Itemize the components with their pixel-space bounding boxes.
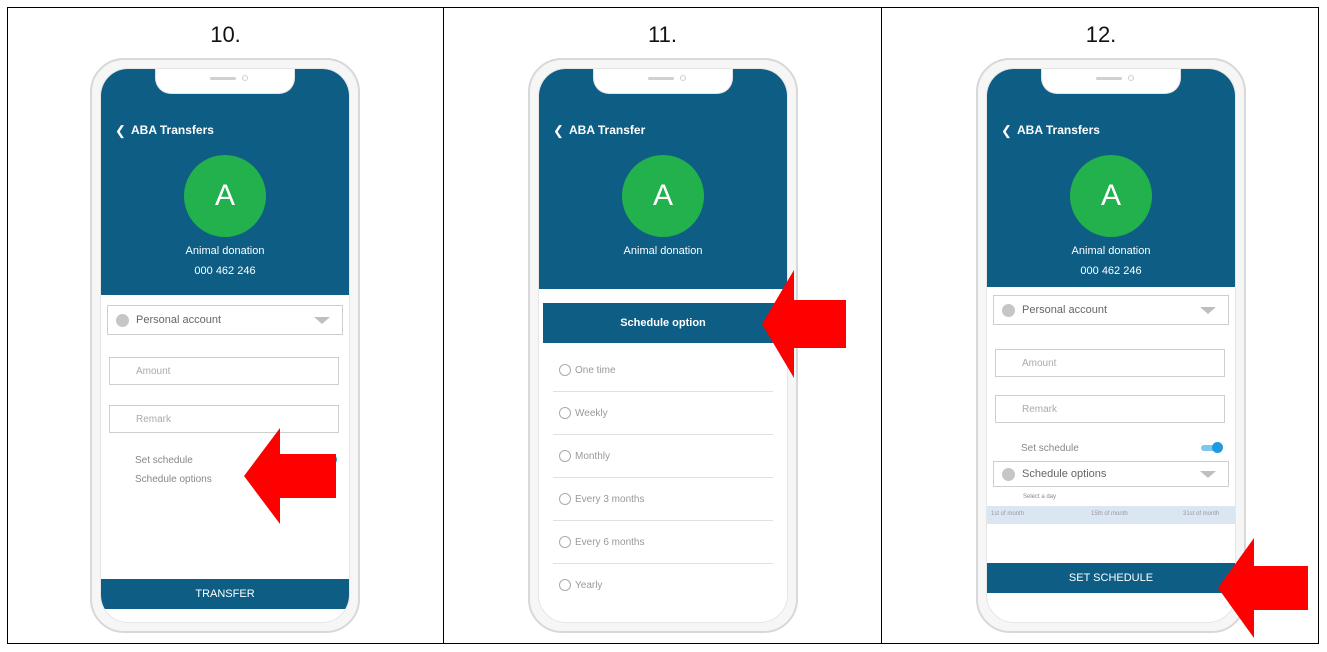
payee-name: Animal donation bbox=[623, 245, 703, 257]
avatar: A bbox=[622, 155, 704, 237]
phone-screen: ❮ ABA Transfers A Animal donation 000 46… bbox=[100, 68, 350, 623]
avatar: A bbox=[184, 155, 266, 237]
phone-notch bbox=[593, 69, 733, 94]
radio-option-monthly[interactable]: Monthly bbox=[553, 435, 773, 478]
red-arrow-left-icon bbox=[244, 428, 336, 524]
set-schedule-label: Set schedule bbox=[135, 455, 193, 466]
phone-screen: ❮ ABA Transfers A Animal donation 000 46… bbox=[986, 68, 1236, 623]
option-label: Every 3 months bbox=[575, 494, 645, 505]
header-title: ABA Transfers bbox=[131, 123, 214, 137]
payee-number: 000 462 246 bbox=[194, 265, 256, 277]
account-dot-icon bbox=[1002, 304, 1015, 317]
option-label: Monthly bbox=[575, 451, 611, 462]
radio-option-weekly[interactable]: Weekly bbox=[553, 392, 773, 435]
panel-10: 10. ❮ ABA Transfers A Animal donation 00… bbox=[8, 8, 444, 643]
radio-icon bbox=[559, 536, 571, 548]
remark-placeholder: Remark bbox=[136, 414, 172, 425]
chevron-left-icon[interactable]: ❮ bbox=[115, 123, 126, 139]
radio-icon bbox=[559, 493, 571, 505]
remark-placeholder: Remark bbox=[1022, 404, 1058, 415]
schedule-dot-icon bbox=[1002, 468, 1015, 481]
payee-name: Animal donation bbox=[1071, 245, 1151, 257]
avatar: A bbox=[1070, 155, 1152, 237]
set-schedule-label: Set schedule bbox=[1021, 443, 1079, 454]
payee-header: ❮ ABA Transfers A Animal donation 000 46… bbox=[987, 69, 1235, 287]
phone-screen: ❮ ABA Transfer A Animal donation Schedul… bbox=[538, 68, 788, 623]
header-title: ABA Transfer bbox=[569, 123, 646, 137]
select-day-label: Select a day bbox=[1023, 494, 1057, 500]
schedule-options-select[interactable]: Schedule options bbox=[993, 461, 1229, 487]
amount-input[interactable]: Amount bbox=[109, 357, 339, 385]
amount-placeholder: Amount bbox=[1022, 358, 1057, 369]
amount-input[interactable]: Amount bbox=[995, 349, 1225, 377]
day-option-15th[interactable]: 15th of month bbox=[1091, 511, 1128, 517]
panel-label: 12. bbox=[1085, 22, 1117, 47]
payee-name: Animal donation bbox=[185, 245, 265, 257]
radio-icon bbox=[559, 407, 571, 419]
toggle-knob bbox=[1212, 442, 1223, 453]
option-label: Yearly bbox=[575, 580, 603, 591]
phone-notch bbox=[1041, 69, 1181, 94]
account-select-value: Personal account bbox=[136, 314, 221, 326]
schedule-options-value: Schedule options bbox=[1022, 468, 1107, 480]
radio-option-every-3-months[interactable]: Every 3 months bbox=[553, 478, 773, 521]
radio-icon bbox=[559, 450, 571, 462]
panel-12: 12. ❮ ABA Transfers A Animal donation 00… bbox=[882, 8, 1320, 643]
account-select-value: Personal account bbox=[1022, 304, 1107, 316]
radio-option-every-6-months[interactable]: Every 6 months bbox=[553, 521, 773, 564]
radio-option-one-time[interactable]: One time bbox=[553, 349, 773, 392]
radio-icon bbox=[559, 579, 571, 591]
caret-down-icon bbox=[1200, 471, 1216, 478]
payee-header: ❮ ABA Transfers A Animal donation 000 46… bbox=[101, 69, 349, 295]
red-arrow-left-icon bbox=[1218, 538, 1308, 638]
caret-down-icon bbox=[314, 317, 330, 324]
chevron-left-icon[interactable]: ❮ bbox=[553, 123, 564, 139]
transfer-button[interactable]: TRANSFER bbox=[101, 579, 349, 609]
amount-placeholder: Amount bbox=[136, 366, 171, 377]
payee-number: 000 462 246 bbox=[1080, 265, 1142, 277]
panel-11: 11. ❮ ABA Transfer A Animal donation Sch… bbox=[444, 8, 882, 643]
option-label: One time bbox=[575, 365, 616, 376]
day-option-31st[interactable]: 31st of month bbox=[1183, 511, 1219, 517]
remark-input[interactable]: Remark bbox=[995, 395, 1225, 423]
red-arrow-left-icon bbox=[762, 270, 846, 378]
day-option-1st[interactable]: 1st of month bbox=[991, 511, 1024, 517]
set-schedule-toggle[interactable] bbox=[1201, 442, 1223, 453]
chevron-left-icon[interactable]: ❮ bbox=[1001, 123, 1012, 139]
phone-mockup: ❮ ABA Transfers A Animal donation 000 46… bbox=[976, 58, 1246, 633]
radio-option-yearly[interactable]: Yearly bbox=[553, 564, 773, 607]
schedule-option-header: Schedule option bbox=[543, 303, 783, 343]
storyboard-table: 10. ❮ ABA Transfers A Animal donation 00… bbox=[7, 7, 1319, 644]
account-select[interactable]: Personal account bbox=[993, 295, 1229, 325]
account-dot-icon bbox=[116, 314, 129, 327]
header-title: ABA Transfers bbox=[1017, 123, 1100, 137]
phone-notch bbox=[155, 69, 295, 94]
phone-mockup: ❮ ABA Transfer A Animal donation Schedul… bbox=[528, 58, 798, 633]
caret-down-icon bbox=[1200, 307, 1216, 314]
schedule-options-label[interactable]: Schedule options bbox=[135, 474, 212, 485]
panel-label: 10. bbox=[210, 22, 241, 47]
phone-mockup: ❮ ABA Transfers A Animal donation 000 46… bbox=[90, 58, 360, 633]
set-schedule-button[interactable]: SET SCHEDULE bbox=[987, 563, 1235, 593]
payee-header: ❮ ABA Transfer A Animal donation bbox=[539, 69, 787, 289]
panel-label: 11. bbox=[648, 22, 677, 47]
day-selector: 1st of month 15th of month 31st of month bbox=[987, 506, 1235, 524]
option-label: Every 6 months bbox=[575, 537, 645, 548]
account-select[interactable]: Personal account bbox=[107, 305, 343, 335]
option-label: Weekly bbox=[575, 408, 608, 419]
radio-icon bbox=[559, 364, 571, 376]
